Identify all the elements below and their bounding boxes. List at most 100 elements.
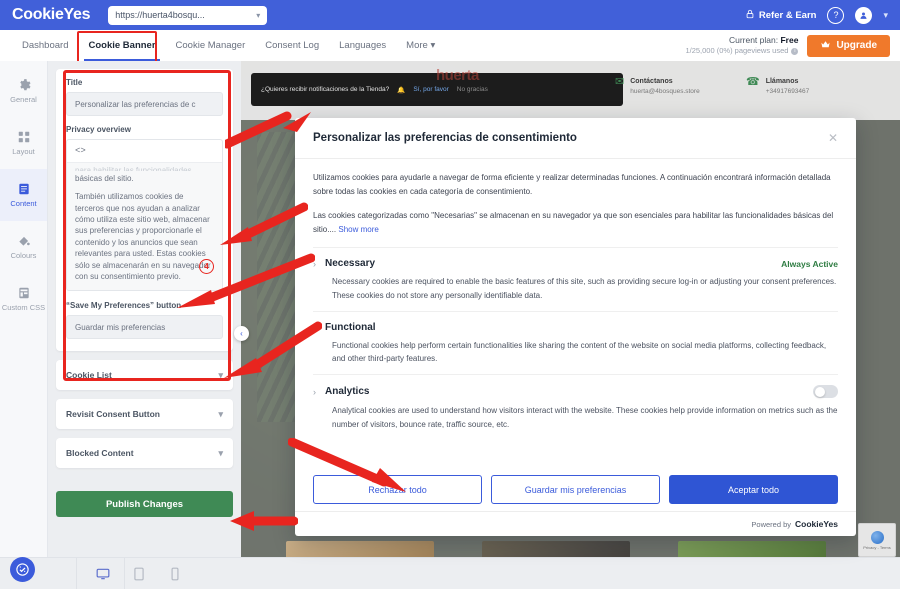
publish-changes-button[interactable]: Publish Changes [56, 491, 233, 517]
device-mobile-button[interactable] [167, 566, 183, 582]
monitor-icon [96, 568, 110, 579]
chevron-right-icon[interactable]: › [313, 387, 316, 397]
editor-paragraph: También utilizamos cookies de terceros q… [75, 192, 211, 281]
accordion-blocked-content[interactable]: Blocked Content ▾ [56, 438, 233, 468]
notification-accept-button[interactable]: Sí, por favor [413, 86, 448, 93]
device-preview-switcher [95, 558, 183, 589]
preview-site-header: ¿Quieres recibir notificaciones de la Ti… [241, 61, 900, 120]
preview-site-logo: huerta [436, 67, 479, 84]
editor-content[interactable]: para habilitar las funcionalidades básic… [67, 163, 222, 290]
mobile-icon [171, 567, 179, 580]
privacy-overview-editor[interactable]: <> para habilitar las funcionalidades bá… [66, 139, 223, 291]
cookieyes-logo[interactable]: Cookie Yes [12, 6, 91, 24]
upgrade-button[interactable]: Upgrade [807, 34, 890, 57]
sidebar-item-label: Layout [12, 146, 35, 156]
category-header-left: › Necessary [313, 258, 375, 269]
nav-item-more[interactable]: More ▾ [396, 30, 445, 61]
sidebar-item-label: Custom CSS [1, 302, 46, 312]
product-image [286, 541, 434, 558]
info-icon[interactable]: i [791, 47, 799, 55]
category-description: Analytical cookies are used to understan… [332, 406, 838, 429]
modal-second-paragraph-text: Las cookies categorizadas como "Necesari… [313, 211, 834, 234]
code-brackets-icon[interactable]: <> [75, 146, 86, 156]
sidebar-item-content[interactable]: Content [0, 169, 47, 221]
sidebar-item-label: General [10, 94, 37, 104]
nav-items: Dashboard Cookie Banner Cookie Manager C… [0, 30, 445, 61]
product-card[interactable]: Pimientos verdes ecológicos [678, 541, 826, 558]
sidebar-item-layout[interactable]: Layout [0, 117, 47, 169]
modal-header: Personalizar las preferencias de consent… [295, 118, 856, 159]
device-tablet-button[interactable] [131, 566, 147, 582]
product-card[interactable]: Patata Roja [482, 541, 630, 558]
contact-title: Contáctanos [630, 78, 673, 85]
show-more-link[interactable]: Show more [338, 225, 378, 234]
nav-item-dashboard[interactable]: Dashboard [12, 30, 78, 61]
toolbar-divider [76, 558, 77, 589]
close-icon[interactable]: ✕ [828, 132, 838, 144]
save-preferences-input[interactable]: Guardar mis preferencias [66, 315, 223, 339]
category-header[interactable]: › Functional [313, 322, 838, 333]
tablet-icon [134, 567, 144, 580]
powered-by-brand: CookieYes [795, 519, 838, 529]
chevron-down-icon: ▾ [256, 10, 261, 20]
nav-item-cookie-banner[interactable]: Cookie Banner [78, 30, 165, 61]
analytics-toggle[interactable] [813, 385, 838, 398]
recaptcha-badge: Privacy - Terms [858, 523, 896, 557]
avatar[interactable] [855, 6, 873, 24]
save-preferences-button[interactable]: Guardar mis preferencias [491, 475, 660, 504]
device-desktop-button[interactable] [95, 566, 111, 582]
always-active-badge: Always Active [781, 258, 838, 269]
product-image [482, 541, 630, 558]
recaptcha-label: Privacy - Terms [863, 544, 891, 550]
nav-item-languages[interactable]: Languages [329, 30, 396, 61]
chevron-down-icon: ▾ [218, 369, 223, 380]
site-url-label: https://huerta4bosqu... [115, 10, 205, 20]
code-file-icon [16, 286, 31, 301]
upgrade-label: Upgrade [836, 40, 877, 51]
modal-intro-paragraph: Utilizamos cookies para ayudarle a naveg… [313, 173, 831, 196]
chevron-down-icon[interactable]: ▾ [883, 10, 888, 21]
notification-decline-button[interactable]: No gracias [457, 86, 488, 93]
consent-preferences-modal: Personalizar las preferencias de consent… [295, 118, 856, 536]
category-header[interactable]: › Necessary Always Active [313, 258, 838, 269]
plan-status: Current plan: Free 1/25,000 (0%) pagevie… [685, 34, 900, 57]
accordion-cookie-list[interactable]: Cookie List ▾ [56, 360, 233, 390]
product-card[interactable]: Cebolla blanca dulce [286, 541, 434, 558]
gear-icon [16, 78, 31, 93]
collapse-panel-button[interactable]: ‹ [234, 326, 249, 341]
category-header-left: › Analytics [313, 386, 369, 397]
accordion-label: Blocked Content [66, 448, 134, 458]
sidebar-item-label: Content [10, 198, 37, 208]
chevron-down-icon: ▾ [218, 408, 223, 419]
help-icon[interactable]: ? [827, 6, 845, 24]
revisit-consent-badge[interactable] [10, 557, 35, 582]
sidebar-item-colours[interactable]: Colours [0, 221, 47, 273]
plan-value: Free [780, 34, 799, 45]
preview-product-row: Cebolla blanca dulce Patata Roja Pimient… [286, 541, 886, 558]
editor-paragraph: Puede optar por activar o [75, 289, 214, 290]
plan-line-1: Current plan: Free [685, 35, 798, 46]
chevron-right-icon[interactable]: › [313, 322, 316, 332]
editor-clipped-line: para habilitar las funcionalidades [75, 166, 192, 171]
chevron-right-icon[interactable]: › [313, 259, 316, 269]
accept-all-button[interactable]: Aceptar todo [669, 475, 838, 504]
sidebar-item-custom-css[interactable]: Custom CSS [0, 273, 47, 325]
privacy-overview-label: Privacy overview [66, 125, 131, 134]
site-selector[interactable]: https://huerta4bosqu... ▾ [108, 5, 268, 25]
sidebar-item-general[interactable]: General [0, 65, 47, 117]
refer-and-earn-button[interactable]: Refer & Earn [745, 9, 816, 22]
accordion-revisit-consent-button[interactable]: Revisit Consent Button ▾ [56, 399, 233, 429]
pageviews-used-label: 1/25,000 (0%) pageviews used [685, 46, 789, 56]
accordion-label: Cookie List [66, 370, 112, 380]
title-input[interactable]: Personalizar las preferencias de c [66, 92, 223, 116]
modal-footer: Powered by CookieYes [295, 511, 856, 536]
category-header[interactable]: › Analytics [313, 385, 838, 398]
category-description: Functional cookies help perform certain … [332, 340, 827, 364]
editor-paragraph: básicas del sitio. [75, 174, 134, 183]
editor-toolbar: <> [67, 140, 222, 163]
reject-all-button[interactable]: Rechazar todo [313, 475, 482, 504]
document-lines-icon [16, 182, 31, 197]
nav-item-cookie-manager[interactable]: Cookie Manager [166, 30, 256, 61]
recaptcha-icon [870, 530, 884, 544]
nav-item-consent-log[interactable]: Consent Log [255, 30, 329, 61]
